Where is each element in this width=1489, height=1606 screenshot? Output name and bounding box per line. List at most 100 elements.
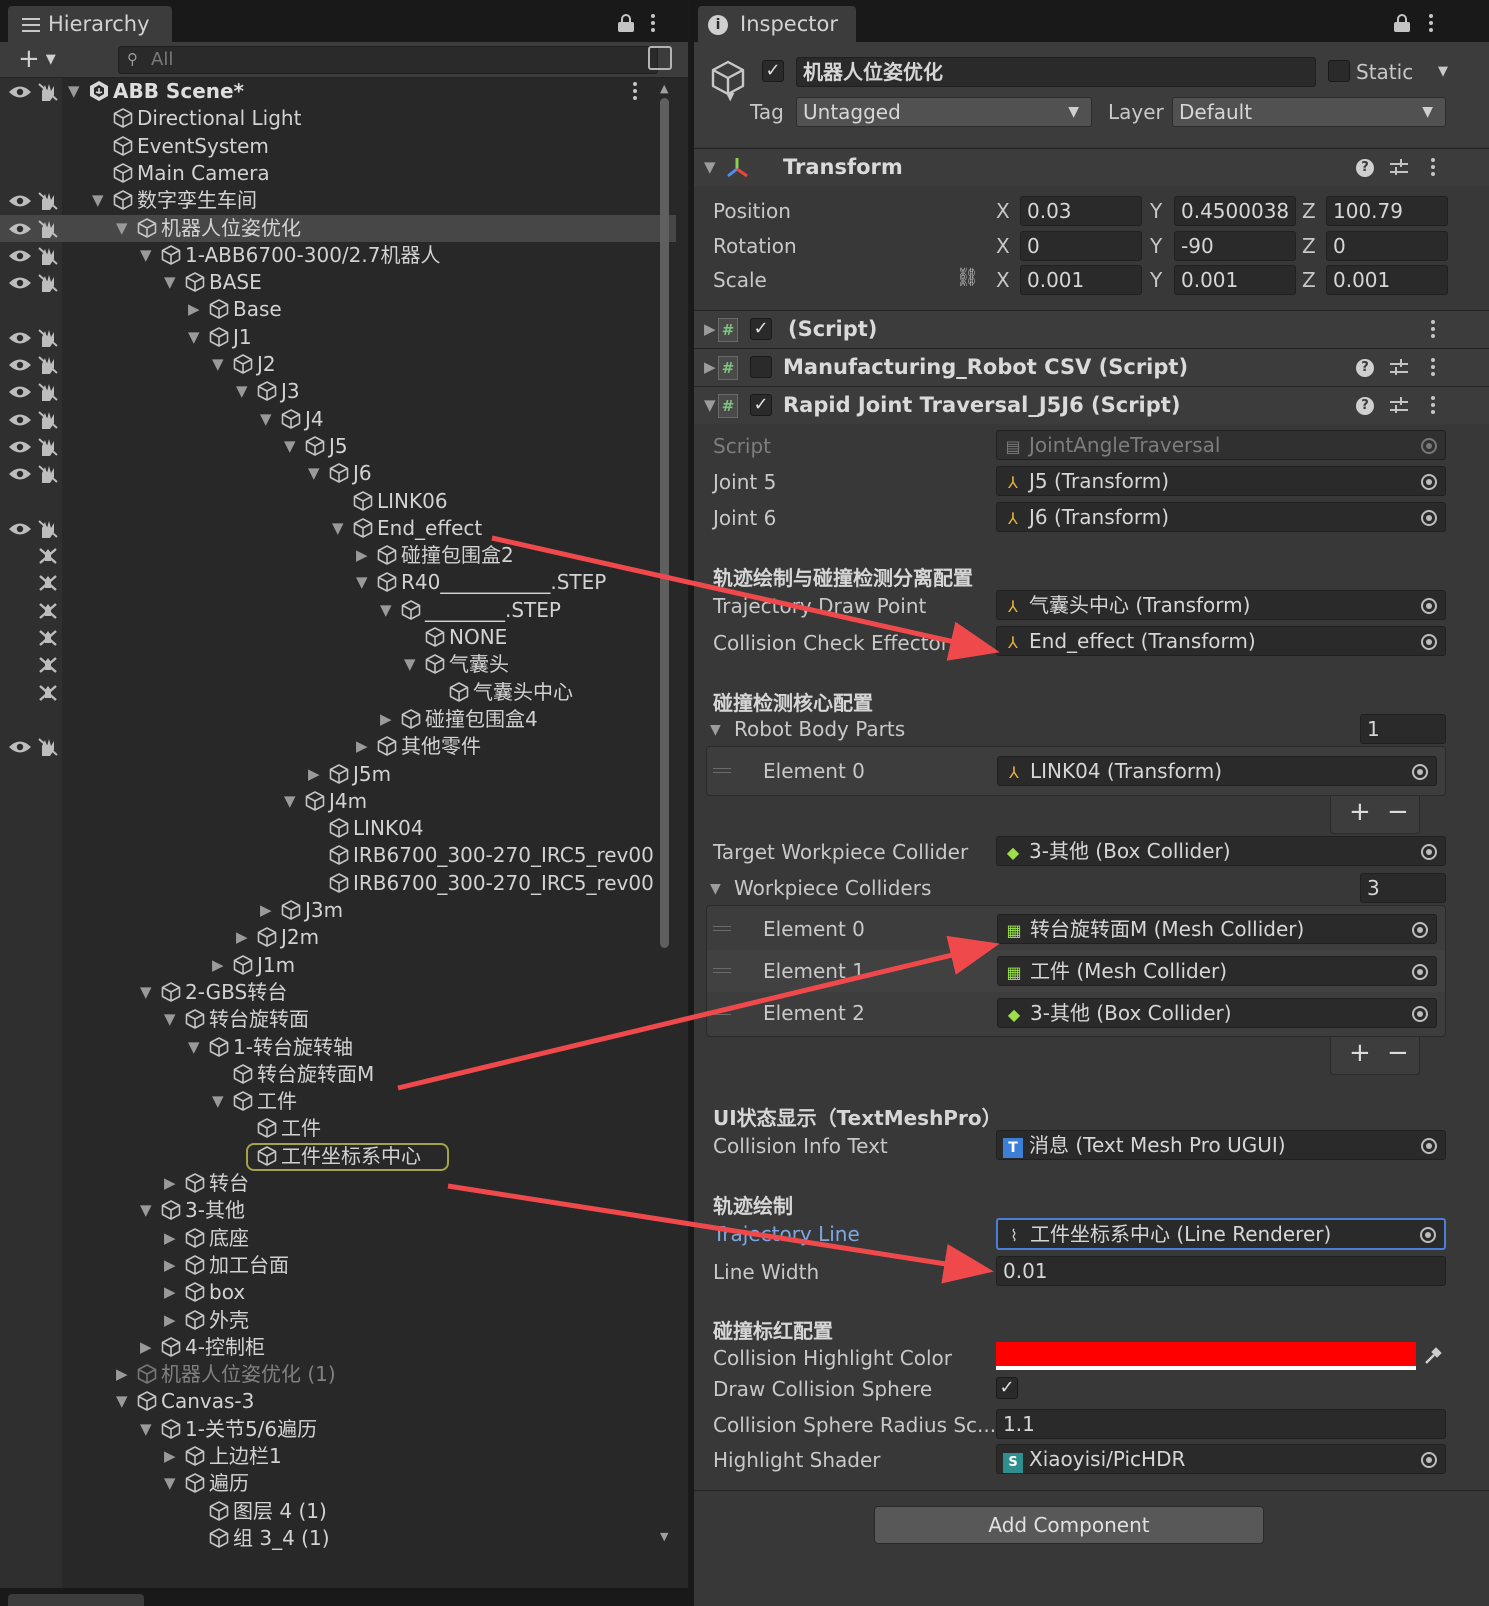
fold-right-icon[interactable]: ▶: [164, 1255, 180, 1275]
hierarchy-row[interactable]: ▼ J4m: [0, 788, 676, 815]
scroll-up-icon[interactable]: ▲: [660, 82, 668, 95]
hierarchy-row[interactable]: ▶ box: [0, 1279, 676, 1306]
fold-right-icon[interactable]: ▶: [212, 955, 228, 975]
hierarchy-row[interactable]: ▼ ________.STEP: [0, 597, 676, 624]
visibility-eye-icon[interactable]: [8, 191, 32, 209]
traj-line-field[interactable]: ⌇ 工件坐标系中心 (Line Renderer): [996, 1218, 1446, 1250]
fold-down-icon[interactable]: ▼: [164, 1473, 180, 1493]
rotation-y-field[interactable]: -90: [1174, 230, 1296, 261]
visibility-eye-icon[interactable]: [8, 273, 32, 291]
fold-down-icon[interactable]: ▼: [308, 463, 324, 483]
eyedropper-icon[interactable]: [1422, 1345, 1444, 1367]
pickability-disabled-icon[interactable]: [36, 600, 60, 622]
collision-info-field[interactable]: T 消息 (Text Mesh Pro UGUI): [996, 1130, 1446, 1160]
workpiece-colliders-size-field[interactable]: 3: [1360, 873, 1446, 903]
hierarchy-scrollbar[interactable]: ▲ ▼: [656, 82, 674, 1558]
scroll-down-icon[interactable]: ▼: [660, 1530, 668, 1543]
remove-element-button[interactable]: −: [1387, 1038, 1409, 1068]
workpiece-colliders-label[interactable]: Workpiece Colliders: [734, 876, 931, 900]
visibility-eye-icon[interactable]: [8, 219, 32, 237]
fold-down-icon[interactable]: ▼: [188, 1037, 204, 1057]
object-picker-icon[interactable]: [1421, 634, 1437, 650]
hierarchy-row[interactable]: ▼ J4: [0, 406, 676, 433]
pickability-hand-icon[interactable]: [36, 272, 60, 294]
traj-draw-point-field[interactable]: ⅄ 气囊头中心 (Transform): [996, 590, 1446, 620]
hierarchy-row[interactable]: ▶ J5m: [0, 761, 676, 788]
hierarchy-row[interactable]: ▶ 碰撞包围盒2: [0, 542, 676, 569]
object-picker-icon[interactable]: [1412, 964, 1428, 980]
fold-down-icon[interactable]: ▼: [332, 518, 348, 538]
pickability-disabled-icon[interactable]: [36, 682, 60, 704]
more-options-icon[interactable]: [1428, 14, 1434, 34]
object-picker-icon[interactable]: [1412, 1006, 1428, 1022]
fold-down-icon[interactable]: ▼: [284, 791, 300, 811]
hierarchy-row[interactable]: ▶ J2m: [0, 924, 676, 951]
fold-down-icon[interactable]: ▼: [164, 272, 180, 292]
axis-z-label[interactable]: Z: [1302, 268, 1316, 292]
pickability-hand-icon[interactable]: [36, 409, 60, 431]
fold-down-icon[interactable]: ▼: [164, 1009, 180, 1029]
fold-down-icon[interactable]: ▼: [92, 190, 108, 210]
joint6-field[interactable]: ⅄ J6 (Transform): [996, 502, 1446, 532]
pickability-disabled-icon[interactable]: [36, 572, 60, 594]
hierarchy-row[interactable]: ▼ 转台旋转面: [0, 1006, 676, 1033]
hierarchy-row[interactable]: ▶ 外壳: [0, 1307, 676, 1334]
manufacturing-enabled-checkbox[interactable]: [750, 356, 772, 378]
component-menu-icon[interactable]: [1430, 396, 1436, 416]
layer-dropdown[interactable]: Default ▼: [1172, 97, 1446, 127]
fold-down-icon[interactable]: ▼: [212, 1091, 228, 1111]
object-picker-icon[interactable]: [1421, 474, 1437, 490]
hierarchy-row[interactable]: ▼ 机器人位姿优化: [0, 214, 676, 242]
fold-right-icon[interactable]: ▶: [236, 927, 252, 947]
add-component-button[interactable]: Add Component: [874, 1506, 1264, 1544]
hierarchy-row[interactable]: ▶ J3m: [0, 897, 676, 924]
transform-header[interactable]: ▼ Transform ?: [694, 148, 1489, 186]
drag-handle-icon[interactable]: [713, 1010, 731, 1015]
component-menu-icon[interactable]: [1430, 320, 1436, 340]
fold-right-icon[interactable]: ▶: [704, 320, 716, 338]
hierarchy-row[interactable]: LINK04: [0, 815, 676, 842]
fold-down-icon[interactable]: ▼: [116, 218, 132, 238]
fold-right-icon[interactable]: ▶: [164, 1228, 180, 1248]
fold-down-icon[interactable]: ▼: [140, 245, 156, 265]
hierarchy-row[interactable]: ▼ 遍历: [0, 1470, 676, 1497]
object-picker-icon[interactable]: [1421, 844, 1437, 860]
hierarchy-row[interactable]: IRB6700_300-270_IRC5_rev00: [0, 842, 676, 869]
draw-sphere-checkbox[interactable]: ✓: [996, 1377, 1018, 1399]
fold-down-icon[interactable]: ▼: [260, 409, 276, 429]
fold-down-icon[interactable]: ▼: [710, 722, 721, 738]
workpiece-collider-field[interactable]: ▦ 工件 (Mesh Collider): [997, 956, 1437, 986]
hierarchy-row[interactable]: ▶ 底座: [0, 1225, 676, 1252]
hierarchy-row[interactable]: 组 3_4 (1): [0, 1525, 676, 1552]
remove-element-button[interactable]: −: [1387, 797, 1409, 827]
fold-down-icon[interactable]: ▼: [140, 1419, 156, 1439]
hierarchy-row[interactable]: ▼ R40___________.STEP: [0, 569, 676, 596]
hierarchy-row[interactable]: ▼ 1-关节5/6遍历: [0, 1416, 676, 1443]
pickability-hand-icon[interactable]: [36, 463, 60, 485]
hierarchy-row[interactable]: ▼ J5: [0, 433, 676, 460]
object-picker-icon[interactable]: [1421, 1138, 1437, 1154]
add-element-button[interactable]: +: [1349, 797, 1371, 827]
hierarchy-row[interactable]: IRB6700_300-270_IRC5_rev00: [0, 870, 676, 897]
axis-y-label[interactable]: Y: [1150, 199, 1162, 223]
presets-icon[interactable]: [1390, 397, 1408, 415]
highlight-color-swatch[interactable]: [996, 1342, 1416, 1370]
drag-handle-icon[interactable]: [713, 926, 731, 931]
add-element-button[interactable]: +: [1349, 1038, 1371, 1068]
hierarchy-row[interactable]: ▼ 数字孪生车间: [0, 187, 676, 214]
hierarchy-row[interactable]: 转台旋转面M: [0, 1061, 676, 1088]
fold-down-icon[interactable]: ▼: [380, 600, 396, 620]
scale-z-field[interactable]: 0.001: [1326, 265, 1448, 295]
fold-right-icon[interactable]: ▶: [380, 709, 396, 729]
pickability-hand-icon[interactable]: [36, 245, 60, 267]
hierarchy-row[interactable]: ▼ 1-ABB6700-300/2.7机器人: [0, 242, 676, 269]
visibility-eye-icon[interactable]: [8, 737, 32, 755]
axis-x-label[interactable]: X: [996, 234, 1010, 258]
rapid-component-header[interactable]: ▼ # ✓ Rapid Joint Traversal_J5J6 (Script…: [694, 386, 1489, 424]
fold-down-icon[interactable]: ▼: [704, 396, 716, 414]
pickability-hand-icon[interactable]: [36, 381, 60, 403]
visibility-eye-icon[interactable]: [8, 382, 32, 400]
fold-down-icon[interactable]: ▼: [116, 1391, 132, 1411]
hierarchy-row[interactable]: ▼ J1: [0, 324, 676, 351]
axis-z-label[interactable]: Z: [1302, 234, 1316, 258]
